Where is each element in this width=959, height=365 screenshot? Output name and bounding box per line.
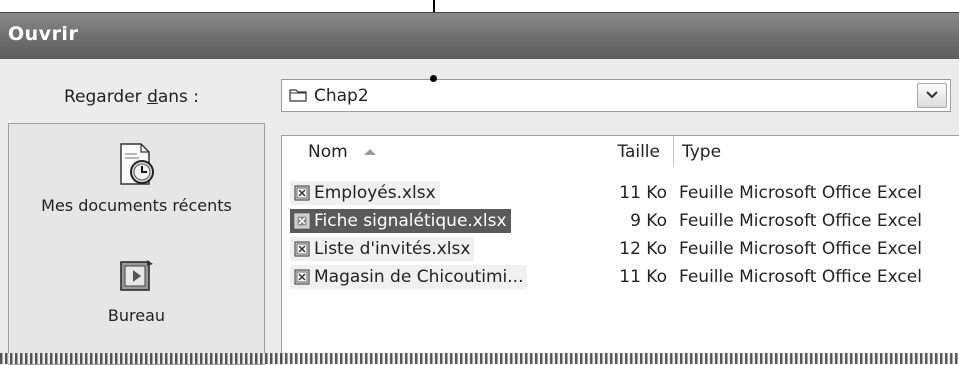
file-name: Liste d'invités.xlsx — [314, 239, 471, 259]
place-label: Mes documents récents — [41, 196, 232, 215]
column-header-size[interactable]: Taille — [608, 136, 666, 166]
window-title: Ouvrir — [8, 23, 79, 45]
column-header-name[interactable]: Nom — [308, 136, 608, 166]
file-row-selected[interactable]: Fiche signalétique.xlsx 9 Ko Feuille Mic… — [282, 209, 958, 233]
place-desktop[interactable]: Bureau — [9, 256, 264, 325]
file-size: 11 Ko — [619, 183, 667, 203]
desktop-icon — [119, 260, 153, 291]
callout-pointer-dot — [430, 75, 437, 82]
file-name-cell[interactable]: Fiche signalétique.xlsx — [290, 209, 511, 233]
file-name: Employés.xlsx — [314, 183, 436, 203]
place-label: Bureau — [107, 306, 166, 325]
file-type: Feuille Microsoft Office Excel — [679, 239, 922, 259]
file-name: Magasin de Chicoutimi... — [314, 267, 524, 287]
file-row[interactable]: Liste d'invités.xlsx 12 Ko Feuille Micro… — [282, 237, 958, 261]
folder-icon — [289, 89, 307, 102]
look-in-value: Chap2 — [314, 86, 369, 106]
excel-file-icon — [294, 185, 310, 201]
file-type: Feuille Microsoft Office Excel — [679, 211, 922, 231]
excel-file-icon — [294, 269, 310, 285]
column-label: Taille — [617, 142, 660, 162]
open-dialog: Ouvrir Regarder dans : Chap2 Mes documen… — [0, 12, 959, 365]
dropdown-button[interactable] — [917, 83, 947, 108]
recent-documents-icon — [119, 143, 154, 185]
file-size: 11 Ko — [619, 267, 667, 287]
excel-file-icon — [294, 241, 310, 257]
file-name: Fiche signalétique.xlsx — [314, 211, 507, 231]
sort-ascending-icon — [364, 149, 377, 155]
place-recent-documents[interactable]: Mes documents récents — [9, 142, 264, 215]
column-label: Type — [682, 142, 722, 162]
scan-noise-strip — [0, 353, 959, 364]
file-type: Feuille Microsoft Office Excel — [679, 183, 922, 203]
look-in-label: Regarder dans : — [64, 87, 200, 107]
look-in-dropdown[interactable]: Chap2 — [281, 79, 951, 112]
file-list[interactable]: Nom Taille Type Employés.xlsx 11 Ko Feui… — [281, 135, 959, 365]
places-bar: Mes documents récents Bureau — [8, 123, 265, 365]
file-row[interactable]: Employés.xlsx 11 Ko Feuille Microsoft Of… — [282, 181, 958, 205]
file-size: 12 Ko — [619, 239, 667, 259]
column-label: Nom — [308, 142, 348, 162]
file-name-cell[interactable]: Magasin de Chicoutimi... — [290, 265, 528, 289]
file-row[interactable]: Magasin de Chicoutimi... 11 Ko Feuille M… — [282, 265, 958, 289]
column-header-type[interactable]: Type — [673, 136, 959, 166]
file-type: Feuille Microsoft Office Excel — [679, 267, 922, 287]
file-size: 9 Ko — [630, 211, 667, 231]
excel-file-icon — [294, 213, 310, 229]
file-name-cell[interactable]: Liste d'invités.xlsx — [290, 237, 475, 261]
file-name-cell[interactable]: Employés.xlsx — [290, 181, 440, 205]
chevron-down-icon — [926, 91, 938, 99]
title-bar[interactable]: Ouvrir — [0, 13, 959, 59]
